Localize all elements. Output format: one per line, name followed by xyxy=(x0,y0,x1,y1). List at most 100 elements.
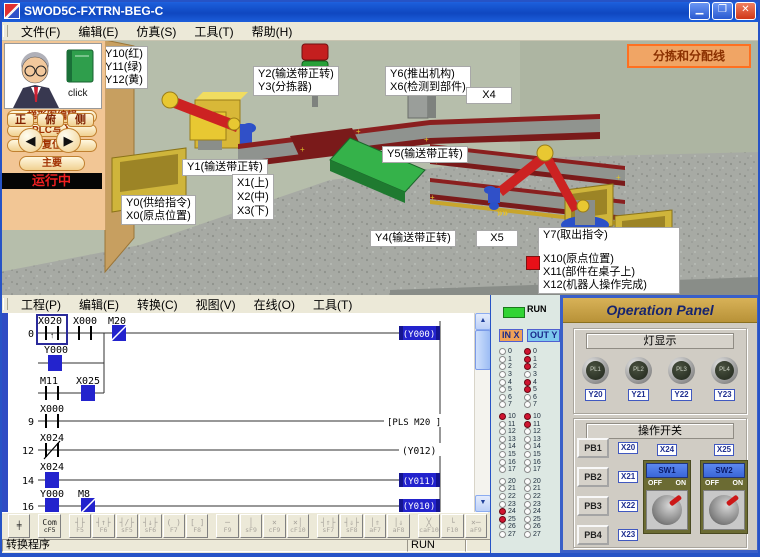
svg-text:Y000: Y000 xyxy=(44,345,68,356)
menu-item[interactable]: 文件(F) xyxy=(12,22,69,41)
out-led xyxy=(524,421,531,428)
output-y011-active[interactable]: (Y011) xyxy=(399,473,440,487)
pb-tag: X23 xyxy=(618,529,638,541)
toolbar-button-F9[interactable]: ─F9 xyxy=(216,514,238,538)
lamp-row: PL1Y20PL2Y21PL3Y22PL4Y23 xyxy=(574,357,746,401)
toolbar-button-F5[interactable]: ┤├F5 xyxy=(69,514,91,538)
ladder-menu-item[interactable]: 在线(O) xyxy=(245,295,304,314)
pb-tag: X21 xyxy=(618,471,638,483)
io-row: 1414 xyxy=(499,443,549,451)
out-led xyxy=(524,501,531,508)
io-row: 2121 xyxy=(499,485,549,493)
menu-item[interactable]: 工具(T) xyxy=(185,22,242,41)
run-led xyxy=(503,307,525,318)
io-row: 22 xyxy=(499,363,549,371)
close-button[interactable]: ✕ xyxy=(735,2,756,20)
toolbar-button-sF6[interactable]: ┤↓├sF6 xyxy=(139,514,161,538)
x10-indicator xyxy=(526,256,540,270)
out-led xyxy=(524,516,531,523)
io-row: 1313 xyxy=(499,436,549,444)
rotate-right-button[interactable]: ▶ xyxy=(56,128,81,153)
title-bar[interactable]: SWOD5C-FXTRN-BEG-C ▁ ❐ ✕ xyxy=(0,0,760,22)
out-led xyxy=(524,531,531,538)
in-led xyxy=(499,478,506,485)
out-led xyxy=(524,356,531,363)
ladder-menu-item[interactable]: 编辑(E) xyxy=(70,295,128,314)
ladder-menu-item[interactable]: 工程(P) xyxy=(12,295,70,314)
rotary-switch-group: X24SW1OFFONX25SW2OFFON xyxy=(643,444,748,534)
toolbar-button-cF10[interactable]: ×│cF10 xyxy=(287,514,309,538)
out-led xyxy=(524,363,531,370)
in-led xyxy=(499,428,506,435)
in-led xyxy=(499,459,506,466)
toolbar-button-sF8[interactable]: ┤⇓├sF8 xyxy=(340,514,362,538)
toolbar-button-mode[interactable]: ╪ xyxy=(8,514,30,538)
maximize-button[interactable]: ❐ xyxy=(712,2,733,20)
label-y7-x10-x11-x12: Y7(取出指令) X10(原点位置)X11(部件在桌子上)X12(机器人操作完成… xyxy=(538,227,680,294)
ladder-editor-window: 工程(P)编辑(E)转换(C)视图(V)在线(O)工具(T) 0 9 12 14… xyxy=(0,295,492,553)
knob-pointer xyxy=(726,495,739,507)
menu-item[interactable]: 帮助(H) xyxy=(243,22,302,41)
io-row: 2222 xyxy=(499,493,549,501)
io-row: 1717 xyxy=(499,466,549,474)
io-row: 2727 xyxy=(499,531,549,539)
switch-section-header: 操作开关 xyxy=(586,423,734,439)
view-button-侧[interactable]: 侧 xyxy=(67,113,94,127)
toolbar-button-F10[interactable]: └F10 xyxy=(441,514,463,538)
toolbar-button-sF9[interactable]: │sF9 xyxy=(240,514,262,538)
ladder-menu-item[interactable]: 工具(T) xyxy=(304,295,361,314)
output-pls-m20[interactable]: [PLS M20 ] xyxy=(384,414,442,428)
svg-text:Y000: Y000 xyxy=(40,489,64,500)
toolbar-button-sF7[interactable]: ┤⇑├sF7 xyxy=(317,514,339,538)
output-y012[interactable]: (Y012) xyxy=(399,443,441,457)
minimize-button[interactable]: ▁ xyxy=(689,2,710,20)
scroll-thumb[interactable] xyxy=(475,330,491,370)
rotary-knob-SW1[interactable] xyxy=(646,490,688,530)
label-y5: Y5(输送带正转) xyxy=(382,146,468,163)
output-y010-active[interactable]: (Y010) xyxy=(399,499,440,512)
out-led xyxy=(524,386,531,393)
toolbar-button-sF5[interactable]: ┤/├sF5 xyxy=(116,514,138,538)
ladder-canvas[interactable]: 0 9 12 14 16 ↑ X020 X000 M20 xyxy=(0,313,490,512)
scroll-down-arrow[interactable]: ▼ xyxy=(475,495,491,512)
toolbar-button-cF5[interactable]: ComcF5 xyxy=(38,514,60,538)
ladder-menu-item[interactable]: 转换(C) xyxy=(128,295,187,314)
button-PB2[interactable]: PB2 xyxy=(577,467,609,487)
toolbar-button-F8[interactable]: [ ]F8 xyxy=(186,514,208,538)
instructor-image[interactable]: click xyxy=(4,43,102,109)
button-PB4[interactable]: PB4 xyxy=(577,525,609,545)
toolbar-button-cF9[interactable]: ×cF9 xyxy=(263,514,285,538)
menu-item[interactable]: 编辑(E) xyxy=(69,22,127,41)
scroll-up-arrow[interactable]: ▲ xyxy=(475,313,491,330)
switch-unit: X25SW2OFFON xyxy=(700,444,748,534)
io-row: 1212 xyxy=(499,428,549,436)
toolbar-button-caF10[interactable]: ╳caF10 xyxy=(418,514,440,538)
toolbar-button-aF8[interactable]: │⇓aF8 xyxy=(387,514,409,538)
toolbar-button-aF9[interactable]: ×─aF9 xyxy=(465,514,487,538)
svg-text:+: + xyxy=(300,145,305,154)
button-PB3[interactable]: PB3 xyxy=(577,496,609,516)
vertical-scrollbar[interactable]: ▲ ▼ xyxy=(474,313,490,512)
view-button-俯[interactable]: 俯 xyxy=(37,113,64,127)
toolbar-button-aF7[interactable]: │⇑aF7 xyxy=(364,514,386,538)
menu-item[interactable]: 仿真(S) xyxy=(127,22,185,41)
lamp-unit: PL4Y23 xyxy=(711,357,738,401)
toolbar-button-F6[interactable]: ┤↑├F6 xyxy=(92,514,114,538)
rotate-left-button[interactable]: ◀ xyxy=(18,128,43,153)
lamp-PL4: PL4 xyxy=(711,357,738,384)
io-row: 1010 xyxy=(499,413,549,421)
in-led xyxy=(499,451,506,458)
ladder-menu-item[interactable]: 视图(V) xyxy=(187,295,245,314)
io-row: 1111 xyxy=(499,420,549,428)
ladder-menu-bar: 工程(P)编辑(E)转换(C)视图(V)在线(O)工具(T) xyxy=(0,295,488,314)
button-PB1[interactable]: PB1 xyxy=(577,438,609,458)
toolbar-button-F7[interactable]: ( )F7 xyxy=(163,514,185,538)
output-y000-active[interactable]: (Y000) xyxy=(399,326,440,340)
pb-tag: X20 xyxy=(618,442,638,454)
label-y2-y3: Y2(输送带正转)Y3(分拣器) xyxy=(253,66,339,96)
io-row: 11 xyxy=(499,356,549,364)
main-view-button[interactable]: 主要 xyxy=(19,156,85,171)
view-button-正[interactable]: 正 xyxy=(7,113,34,127)
menu-grip xyxy=(3,25,8,37)
rotary-knob-SW2[interactable] xyxy=(703,490,745,530)
